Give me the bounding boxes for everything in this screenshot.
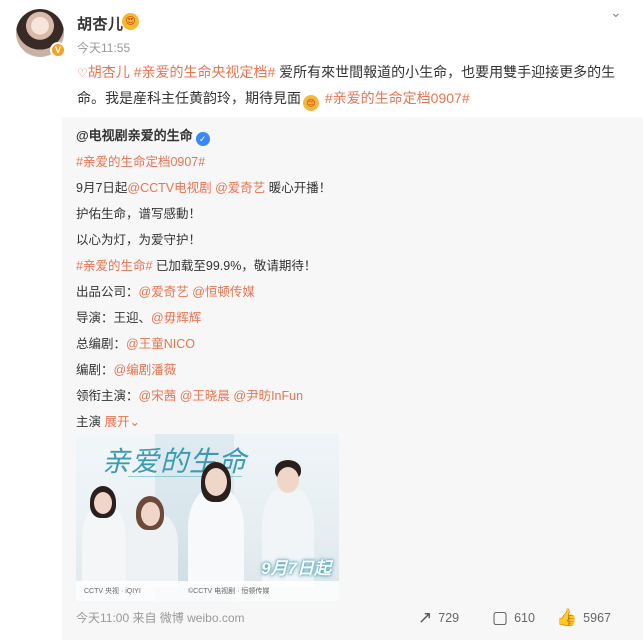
mention-link[interactable]: @宋茜 bbox=[139, 389, 177, 403]
repost-line: 出品公司：@爱奇艺 @恒顿传媒 bbox=[76, 281, 255, 300]
mention-link[interactable]: @尹昉InFun bbox=[233, 389, 303, 403]
comment-button[interactable]: ▢ 610 bbox=[492, 608, 535, 628]
topic-link[interactable]: 胡杏儿 bbox=[88, 64, 130, 80]
mention-link[interactable]: @爱奇艺 bbox=[215, 181, 265, 195]
avatar[interactable]: V bbox=[16, 9, 66, 58]
verified-icon: ✓ bbox=[195, 132, 210, 146]
line-text: 已加载至99.9%，敬请期待！ bbox=[152, 259, 317, 273]
expand-link[interactable]: 展开 bbox=[104, 415, 129, 429]
mention-link[interactable]: @恒顿传媒 bbox=[192, 285, 255, 299]
repost-line: 护佑生命，谱写感動！ bbox=[76, 203, 201, 222]
repost-line: 主演 展开⌄ bbox=[76, 411, 140, 430]
poster-figure-face bbox=[205, 468, 227, 496]
weibo-post-card: V 胡杏儿 😍 今天11:55 ⌄ ♡胡杏儿 #亲爱的生命央视定档# 爱所有來世… bbox=[0, 0, 643, 640]
repost-line: 领衔主演：@宋茜 @王晓晨 @尹昉InFun bbox=[76, 385, 303, 404]
share-icon: ↗ bbox=[418, 608, 433, 627]
repost-line: 9月7日起@CCTV电视剧 @爱奇艺 暖心开播！ bbox=[76, 177, 331, 196]
chevron-down-icon[interactable]: ⌄ bbox=[130, 415, 140, 429]
mention-link[interactable]: @王晓晨 bbox=[180, 389, 230, 403]
comment-icon: ▢ bbox=[492, 608, 509, 627]
topic-link[interactable]: #亲爱的生命定档0907# bbox=[76, 155, 205, 169]
thumbs-up-icon: 👍 bbox=[556, 608, 578, 627]
topic-link[interactable]: #亲爱的生命定档0907# bbox=[325, 90, 470, 106]
verified-badge-icon: V bbox=[50, 42, 66, 58]
poster-date: 9月7日起 bbox=[261, 559, 331, 578]
drama-poster-image[interactable]: 亲爱的生命 ——————————————————— 9月7日起 CCTV 央视 … bbox=[76, 434, 339, 601]
line-text: 领衔主演： bbox=[76, 389, 139, 403]
poster-logos: CCTV 央视 · iQIYI bbox=[84, 588, 141, 595]
repost-button[interactable]: ↗ 729 bbox=[418, 608, 459, 628]
line-text: 总编剧： bbox=[76, 337, 127, 351]
line-text: 出品公司： bbox=[76, 285, 139, 299]
comment-count: 610 bbox=[514, 611, 535, 625]
repost-line: #亲爱的生命定档0907# bbox=[76, 151, 205, 170]
line-text: 护佑生命，谱写感動！ bbox=[76, 207, 202, 221]
chevron-down-icon[interactable]: ⌄ bbox=[610, 4, 622, 21]
repost-line: 编剧：@编剧潘薇 bbox=[76, 359, 176, 378]
repost-line: 总编剧：@王童NICO bbox=[76, 333, 195, 352]
smile-emoji-icon: 😊 bbox=[303, 95, 319, 111]
repost-source-time[interactable]: 今天11:00 来自 微博 weibo.com bbox=[76, 609, 245, 626]
repost-count: 729 bbox=[438, 611, 460, 625]
line-text: 编剧： bbox=[76, 363, 114, 377]
post-text: ♡胡杏儿 #亲爱的生命央视定档# 爱所有來世間報道的小生命，也要用雙手迎接更多的… bbox=[77, 60, 622, 111]
line-text: 主演 bbox=[76, 415, 105, 429]
mention-link[interactable]: @毋辉辉 bbox=[151, 311, 201, 325]
reposted-content: @电视剧亲爱的生命 ✓ #亲爱的生命定档0907# 9月7日起@CCTV电视剧 @… bbox=[62, 117, 643, 640]
repost-author-name[interactable]: @电视剧亲爱的生命 bbox=[76, 128, 193, 143]
username[interactable]: 胡杏儿 bbox=[77, 13, 124, 34]
repost-line: 以心为灯，为爱守护！ bbox=[76, 229, 201, 248]
line-text: 9月7日起 bbox=[76, 181, 128, 195]
repost-author[interactable]: @电视剧亲爱的生命 ✓ bbox=[76, 125, 210, 146]
heart-icon: ♡ bbox=[77, 66, 88, 80]
poster-figure-face bbox=[141, 502, 160, 526]
repost-line: #亲爱的生命# 已加载至99.9%，敬请期待！ bbox=[76, 255, 316, 274]
like-count: 5967 bbox=[583, 611, 611, 625]
like-button[interactable]: 👍 5967 bbox=[556, 608, 611, 628]
topic-link[interactable]: #亲爱的生命# bbox=[76, 259, 152, 273]
mention-link[interactable]: @王童NICO bbox=[126, 337, 195, 351]
post-time[interactable]: 今天11:55 bbox=[77, 39, 130, 56]
mention-link[interactable]: @CCTV电视剧 bbox=[127, 181, 211, 195]
fan-emoji-icon: 😍 bbox=[122, 13, 139, 30]
poster-figure bbox=[188, 489, 244, 587]
line-text: 以心为灯，为爱守护！ bbox=[76, 233, 202, 247]
mention-link[interactable]: @爱奇艺 bbox=[139, 285, 189, 299]
line-text: 暖心开播！ bbox=[265, 181, 332, 195]
topic-link[interactable]: #亲爱的生命央视定档# bbox=[134, 64, 276, 80]
mention-link[interactable]: @编剧潘薇 bbox=[114, 363, 177, 377]
poster-figure-face bbox=[277, 467, 299, 493]
poster-logos: ©CCTV 电视剧 · 恒顿传媒 bbox=[188, 588, 270, 595]
poster-figure-face bbox=[94, 492, 112, 514]
line-text: 导演：王迎、 bbox=[76, 311, 152, 325]
repost-line: 导演：王迎、@毋辉辉 bbox=[76, 307, 201, 326]
